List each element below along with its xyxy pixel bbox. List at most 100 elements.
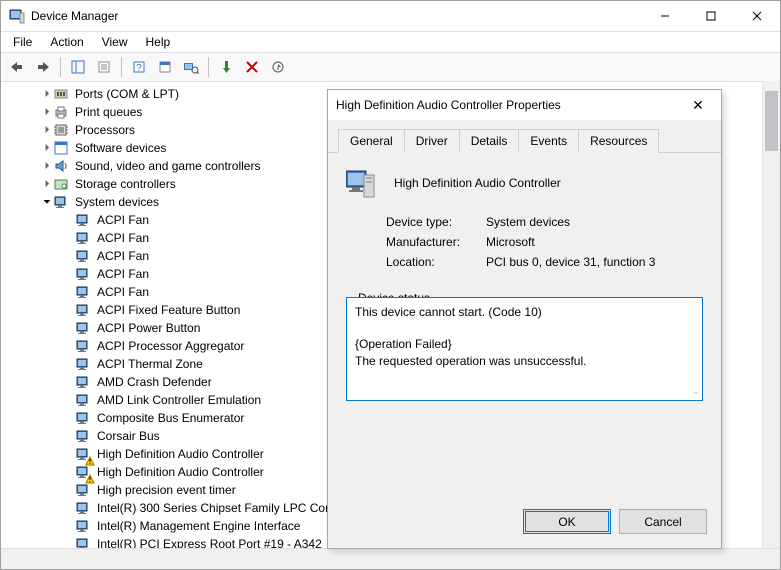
menubar: File Action View Help	[1, 32, 780, 52]
tree-item-label: Intel(R) Management Engine Interface	[95, 519, 302, 533]
expand-arrow-icon[interactable]: ⏵	[41, 143, 53, 154]
window-title: Device Manager	[31, 9, 642, 23]
properties-dialog: High Definition Audio Controller Propert…	[327, 89, 722, 549]
tree-item-label: Ports (COM & LPT)	[73, 87, 181, 101]
expand-arrow-icon[interactable]: ⏵	[41, 161, 53, 172]
device-icon	[75, 338, 91, 354]
statusbar	[1, 548, 780, 569]
tree-item-label: Software devices	[73, 141, 168, 155]
expand-arrow-icon[interactable]: ⏵	[41, 179, 53, 190]
ok-button[interactable]: OK	[523, 509, 611, 534]
manufacturer-label: Manufacturer:	[386, 235, 486, 249]
menu-file[interactable]: File	[5, 33, 40, 51]
device-icon	[75, 320, 91, 336]
device-icon	[75, 500, 91, 516]
tree-item-label: Sound, video and game controllers	[73, 159, 262, 173]
device-icon	[75, 230, 91, 246]
category-icon	[53, 158, 69, 174]
device-type-value: System devices	[486, 215, 570, 229]
svg-text:?: ?	[136, 63, 142, 74]
toolbar: ?	[1, 52, 780, 82]
category-icon	[53, 176, 69, 192]
close-button[interactable]	[734, 1, 780, 31]
device-icon	[75, 356, 91, 372]
device-icon	[75, 374, 91, 390]
menu-action[interactable]: Action	[42, 33, 91, 51]
tree-item-label: Print queues	[73, 105, 144, 119]
device-icon	[75, 392, 91, 408]
tree-item-label: System devices	[73, 195, 161, 209]
device-icon	[75, 212, 91, 228]
expand-arrow-icon[interactable]: ⏵	[41, 89, 53, 100]
device-manager-window: Device Manager File Action View Help ? ⏵…	[0, 0, 781, 570]
device-icon	[75, 518, 91, 534]
action-button[interactable]	[153, 55, 177, 79]
tab-events[interactable]: Events	[518, 129, 579, 153]
device-icon	[75, 482, 91, 498]
tree-item-label: Composite Bus Enumerator	[95, 411, 246, 425]
dialog-close-button[interactable]: ✕	[683, 97, 713, 114]
titlebar: Device Manager	[1, 1, 780, 32]
tree-item-label: Processors	[73, 123, 137, 137]
device-icon	[75, 248, 91, 264]
category-icon	[53, 140, 69, 156]
tree-item-label: High Definition Audio Controller	[95, 447, 266, 461]
minimize-button[interactable]	[642, 1, 688, 31]
tree-item-label: AMD Crash Defender	[95, 375, 214, 389]
tree-item-label: ACPI Fan	[95, 285, 151, 299]
tree-item-label: ACPI Fixed Feature Button	[95, 303, 242, 317]
tree-item-label: Storage controllers	[73, 177, 178, 191]
device-type-label: Device type:	[386, 215, 486, 229]
device-icon	[75, 284, 91, 300]
location-value: PCI bus 0, device 31, function 3	[486, 255, 655, 269]
tree-item-label: ACPI Processor Aggregator	[95, 339, 246, 353]
expand-arrow-icon[interactable]: ⏵	[41, 125, 53, 136]
back-button[interactable]	[5, 55, 29, 79]
menu-help[interactable]: Help	[138, 33, 179, 51]
device-icon	[75, 266, 91, 282]
device-icon	[75, 428, 91, 444]
disable-button[interactable]	[266, 55, 290, 79]
menu-view[interactable]: View	[94, 33, 136, 51]
tree-item-label: ACPI Power Button	[95, 321, 202, 335]
tab-general[interactable]: General	[338, 129, 405, 153]
tab-resources[interactable]: Resources	[578, 129, 659, 153]
scan-hardware-button[interactable]	[179, 55, 203, 79]
show-hide-tree-button[interactable]	[66, 55, 90, 79]
tree-item-label: Corsair Bus	[95, 429, 162, 443]
maximize-button[interactable]	[688, 1, 734, 31]
properties-button[interactable]	[92, 55, 116, 79]
device-icon	[75, 446, 91, 462]
tree-item-label: ACPI Fan	[95, 213, 151, 227]
tree-item-label: ACPI Thermal Zone	[95, 357, 205, 371]
category-icon	[53, 122, 69, 138]
help-button[interactable]: ?	[127, 55, 151, 79]
manufacturer-value: Microsoft	[486, 235, 535, 249]
expand-arrow-icon[interactable]: ⏷	[41, 197, 53, 208]
tab-driver[interactable]: Driver	[404, 129, 460, 153]
expand-arrow-icon[interactable]: ⏵	[41, 107, 53, 118]
device-name: High Definition Audio Controller	[394, 176, 561, 190]
tree-item-label: High precision event timer	[95, 483, 238, 497]
category-icon	[53, 86, 69, 102]
device-icon	[75, 302, 91, 318]
dialog-titlebar[interactable]: High Definition Audio Controller Propert…	[328, 90, 721, 120]
device-icon	[75, 410, 91, 426]
update-driver-button[interactable]	[214, 55, 238, 79]
category-icon	[53, 104, 69, 120]
forward-button[interactable]	[31, 55, 55, 79]
uninstall-button[interactable]	[240, 55, 264, 79]
location-label: Location:	[386, 255, 486, 269]
tree-item-label: Intel(R) 300 Series Chipset Family LPC C…	[95, 501, 364, 515]
cancel-button[interactable]: Cancel	[619, 509, 707, 534]
tree-item-label: ACPI Fan	[95, 267, 151, 281]
category-icon	[53, 194, 69, 210]
tree-item-label: ACPI Fan	[95, 231, 151, 245]
app-icon	[9, 8, 25, 24]
scrollbar[interactable]	[762, 81, 780, 549]
tree-item-label: ACPI Fan	[95, 249, 151, 263]
tab-details[interactable]: Details	[459, 129, 520, 153]
device-status-text[interactable]: This device cannot start. (Code 10) {Ope…	[346, 297, 703, 401]
device-icon	[346, 167, 378, 199]
device-icon	[75, 464, 91, 480]
